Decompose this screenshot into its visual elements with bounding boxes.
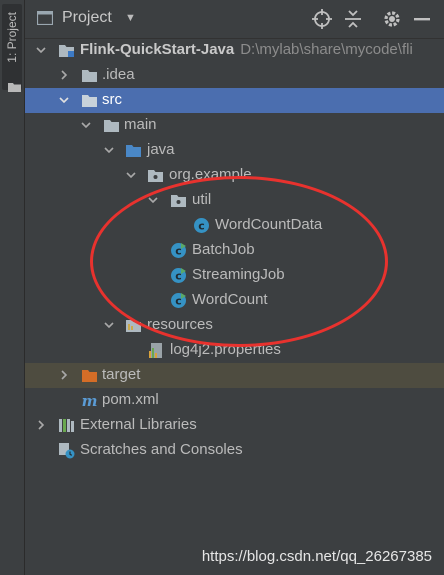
scratches-label: Scratches and Consoles: [80, 441, 243, 458]
chevron-down-icon[interactable]: [35, 44, 47, 56]
svg-text:m: m: [82, 392, 98, 409]
chevron-right-icon[interactable]: [58, 369, 70, 381]
maven-icon: m: [82, 392, 98, 409]
chevron-down-icon[interactable]: [80, 119, 92, 131]
hide-panel-icon[interactable]: [411, 8, 433, 30]
folder-icon: [82, 70, 97, 82]
view-selector-chevron-down-icon[interactable]: ▼: [125, 12, 136, 24]
project-panel-header: Project ▼: [25, 0, 444, 39]
external-libraries-label: External Libraries: [80, 416, 197, 433]
folder-icon: [8, 83, 21, 92]
project-root-path: D:\mylab\share\mycode\fli: [240, 41, 413, 58]
project-view-icon: [37, 11, 53, 25]
chevron-right-icon[interactable]: [58, 69, 70, 81]
folder-label-target: target: [102, 366, 141, 383]
locate-crosshair-icon[interactable]: [311, 8, 333, 30]
folder-label-java: java: [147, 141, 175, 158]
chevron-down-icon[interactable]: [103, 144, 115, 156]
excluded-folder-icon: [82, 370, 97, 382]
chevron-down-icon[interactable]: [125, 169, 137, 181]
folder-icon: [104, 120, 119, 132]
project-root-label: Flink-QuickStart-Java D:\mylab\share\myco…: [80, 41, 413, 58]
panel-title[interactable]: Project: [62, 9, 112, 27]
chevron-down-icon[interactable]: [58, 94, 70, 106]
collapse-all-icon[interactable]: [342, 8, 364, 30]
properties-file-icon: [149, 343, 162, 358]
tree-row-java[interactable]: java: [25, 138, 444, 163]
module-folder-icon: [59, 45, 74, 57]
tree-row-idea[interactable]: .idea: [25, 63, 444, 88]
watermark: https://blog.csdn.net/qq_26267385: [201, 548, 432, 565]
folder-label-idea: .idea: [102, 66, 135, 83]
scratches-icon: [59, 443, 75, 459]
tree-row-pom[interactable]: m pom.xml: [25, 388, 444, 413]
tree-row-src[interactable]: src: [25, 88, 444, 113]
tree-row-target[interactable]: target: [25, 363, 444, 388]
chevron-right-icon[interactable]: [35, 419, 47, 431]
file-label-pom: pom.xml: [102, 391, 159, 408]
annotation-oval: [90, 176, 388, 347]
folder-label-src: src: [102, 91, 122, 108]
folder-icon: [82, 95, 97, 107]
tool-window-stripe: 1: Project: [0, 0, 25, 575]
folder-label-main: main: [124, 116, 157, 133]
chevron-down-icon[interactable]: [103, 319, 115, 331]
package-icon: [148, 170, 163, 182]
source-root-folder-icon: [126, 145, 141, 157]
tree-row-main[interactable]: main: [25, 113, 444, 138]
tree-row-project-root[interactable]: Flink-QuickStart-Java D:\mylab\share\myco…: [25, 38, 444, 63]
tree-row-scratches[interactable]: Scratches and Consoles: [25, 438, 444, 463]
tree-row-external-libraries[interactable]: External Libraries: [25, 413, 444, 438]
project-tool-tab[interactable]: 1: Project: [2, 4, 22, 92]
gear-icon[interactable]: [381, 8, 403, 30]
libraries-icon: [59, 419, 74, 432]
project-tool-tab-label: 1: Project: [5, 12, 19, 63]
